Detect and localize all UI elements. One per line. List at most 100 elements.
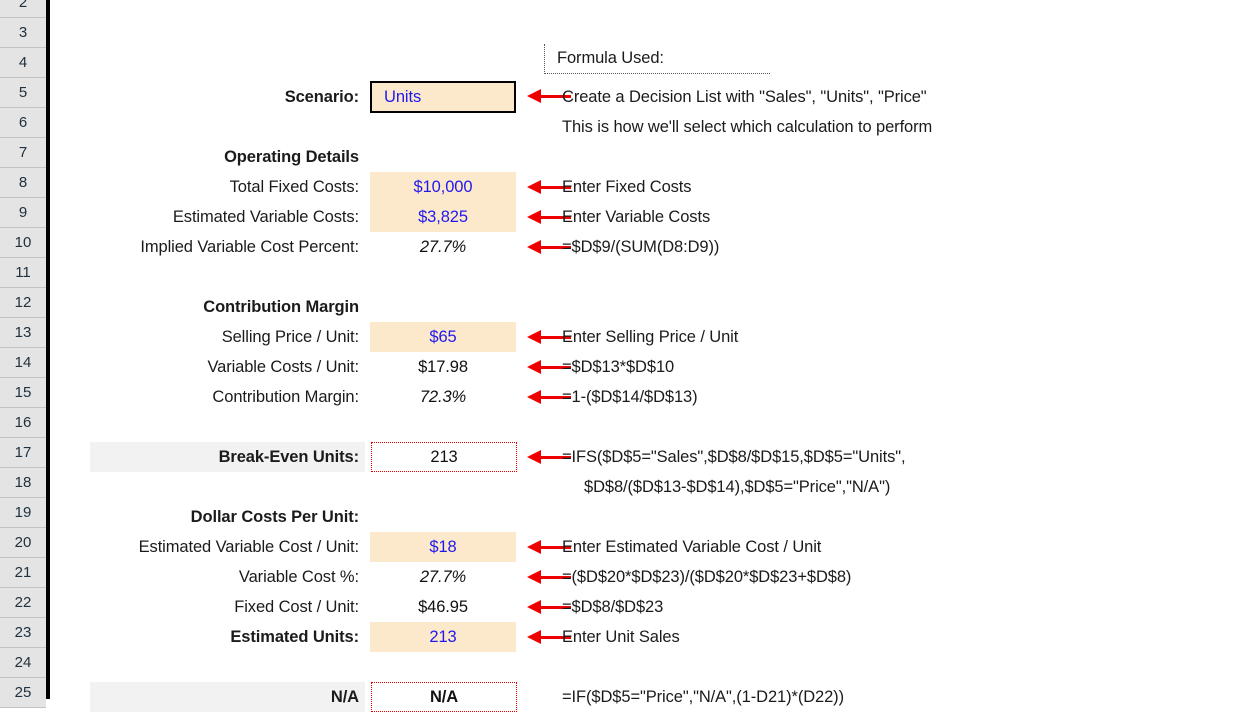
row-number: 18 [14, 474, 32, 491]
estimated-variable-cost-per-unit-input[interactable]: $18 [370, 532, 516, 562]
row-header-6[interactable]: 6 [0, 108, 46, 138]
value-text: $65 [429, 327, 457, 346]
contribution-margin-formula: =1-($D$14/$D$13) [562, 382, 698, 412]
estimated-variable-costs-label: Estimated Variable Costs: [70, 202, 365, 232]
row-number: 7 [18, 144, 28, 161]
bottom-row-value[interactable]: N/A [371, 682, 517, 712]
contribution-margin-value[interactable]: 72.3% [370, 382, 516, 412]
variable-costs-per-unit-label: Variable Costs / Unit: [70, 352, 365, 382]
row-number: 12 [14, 294, 32, 311]
row-header-11[interactable]: 11 [0, 258, 46, 288]
fixed-cost-per-unit-value[interactable]: $46.95 [370, 592, 516, 622]
bottom-row-label: N/A [90, 682, 365, 712]
row-header-14[interactable]: 14 [0, 348, 46, 378]
row-header-7[interactable]: 7 [0, 138, 46, 168]
label-text: N/A [330, 687, 359, 706]
section-heading-contribution-margin: Contribution Margin [90, 292, 365, 322]
row-number: 22 [14, 594, 32, 611]
row-header-21[interactable]: 21 [0, 558, 46, 588]
row-header-20[interactable]: 20 [0, 528, 46, 558]
variable-costs-per-unit-formula: =$D$13*$D$10 [562, 352, 674, 382]
value-text: 27.7% [419, 567, 467, 586]
row-header-18[interactable]: 18 [0, 468, 46, 498]
bottom-row-formula: =IF($D$5="Price","N/A",(1-D21)*(D22)) [562, 682, 844, 712]
row-number: 24 [14, 654, 32, 671]
row-number: 5 [18, 84, 28, 101]
row-header-15[interactable]: 15 [0, 378, 46, 408]
row-header-22[interactable]: 22 [0, 588, 46, 618]
note-text: Enter Fixed Costs [562, 177, 692, 196]
row-header-9[interactable]: 9 [0, 198, 46, 228]
row-header-13[interactable]: 13 [0, 318, 46, 348]
fixed-cost-per-unit-label: Fixed Cost / Unit: [70, 592, 365, 622]
row-header-10[interactable]: 10 [0, 228, 46, 258]
row-header-17[interactable]: 17 [0, 438, 46, 468]
total-fixed-costs-input[interactable]: $10,000 [370, 172, 516, 202]
note-text: Enter Unit Sales [562, 627, 680, 646]
formula-used-label: Formula Used: [557, 49, 664, 67]
estimated-variable-costs-note: Enter Variable Costs [562, 202, 710, 232]
value-text: 72.3% [419, 387, 467, 406]
note-text: $D$8/($D$13-$D$14),$D$5="Price","N/A") [584, 477, 891, 496]
row-number: 20 [14, 534, 32, 551]
implied-variable-cost-percent-formula: =$D$9/(SUM(D8:D9)) [562, 232, 719, 262]
scenario-label: Scenario: [90, 82, 365, 112]
label-text: Estimated Variable Cost / Unit: [138, 537, 359, 556]
break-even-units-value[interactable]: 213 [371, 442, 517, 472]
estimated-variable-cost-per-unit-note: Enter Estimated Variable Cost / Unit [562, 532, 821, 562]
row-header-5[interactable]: 5 [0, 78, 46, 108]
total-fixed-costs-label: Total Fixed Costs: [70, 172, 365, 202]
section-heading-operating-details: Operating Details [90, 142, 365, 172]
row-header-2[interactable]: 2 [0, 0, 46, 18]
row-header-3[interactable]: 3 [0, 18, 46, 48]
break-even-formula-line1: =IFS($D$5="Sales",$D$8/$D$15,$D$5="Units… [562, 442, 906, 472]
row-header-19[interactable]: 19 [0, 498, 46, 528]
label-text: Estimated Variable Costs: [172, 207, 359, 226]
note-text: This is how we'll select which calculati… [562, 117, 933, 136]
label-text: Fixed Cost / Unit: [234, 597, 359, 616]
label-text: Break-Even Units: [218, 447, 360, 466]
implied-variable-cost-percent-label: Implied Variable Cost Percent: [50, 232, 365, 262]
selling-price-per-unit-input[interactable]: $65 [370, 322, 516, 352]
formula-used-legend: Formula Used: [544, 44, 770, 74]
row-number: 14 [14, 354, 32, 371]
note-text: =($D$20*$D$23)/($D$20*$D$23+$D$8) [562, 567, 852, 586]
row-number: 8 [18, 174, 28, 191]
value-text: $10,000 [413, 177, 473, 196]
row-header-12[interactable]: 12 [0, 288, 46, 318]
row-number: 19 [14, 504, 32, 521]
contribution-margin-label: Contribution Margin: [70, 382, 365, 412]
note-text: =$D$13*$D$10 [562, 357, 675, 376]
scenario-input-cell[interactable]: Units [370, 81, 516, 113]
scenario-note: Create a Decision List with "Sales", "Un… [562, 82, 927, 112]
note-text: Enter Estimated Variable Cost / Unit [562, 537, 822, 556]
implied-variable-cost-percent-value[interactable]: 27.7% [370, 232, 516, 262]
estimated-variable-cost-per-unit-label: Estimated Variable Cost / Unit: [50, 532, 365, 562]
value-text: $46.95 [418, 597, 468, 616]
row-header-23[interactable]: 23 [0, 618, 46, 648]
row-header-4[interactable]: 4 [0, 48, 46, 78]
variable-cost-percent-value[interactable]: 27.7% [370, 562, 516, 592]
row-number: 16 [14, 414, 32, 431]
row-number: 11 [15, 264, 31, 281]
estimated-units-label: Estimated Units: [70, 622, 365, 652]
label-text: Implied Variable Cost Percent: [140, 237, 359, 256]
heading-text: Dollar Costs Per Unit: [190, 507, 359, 526]
label-text: Contribution Margin: [212, 387, 359, 406]
selling-price-per-unit-label: Selling Price / Unit: [70, 322, 365, 352]
row-header-16[interactable]: 16 [0, 408, 46, 438]
row-header-25[interactable]: 25 [0, 678, 46, 708]
value-text: $3,825 [418, 207, 468, 226]
row-header-24[interactable]: 24 [0, 648, 46, 678]
scenario-note-2: This is how we'll select which calculati… [562, 112, 932, 142]
spreadsheet-canvas: 2 3 4 5 6 7 8 9 10 11 12 13 14 15 16 17 … [0, 0, 1243, 712]
estimated-variable-costs-input[interactable]: $3,825 [370, 202, 516, 232]
row-number: 10 [14, 234, 32, 251]
estimated-units-input[interactable]: 213 [370, 622, 516, 652]
value-text: 213 [429, 627, 457, 646]
note-text: =$D$8/$D$23 [562, 597, 664, 616]
label-text: Selling Price / Unit: [221, 327, 359, 346]
variable-costs-per-unit-value[interactable]: $17.98 [370, 352, 516, 382]
row-header-8[interactable]: 8 [0, 168, 46, 198]
heading-text: Contribution Margin [203, 297, 359, 316]
